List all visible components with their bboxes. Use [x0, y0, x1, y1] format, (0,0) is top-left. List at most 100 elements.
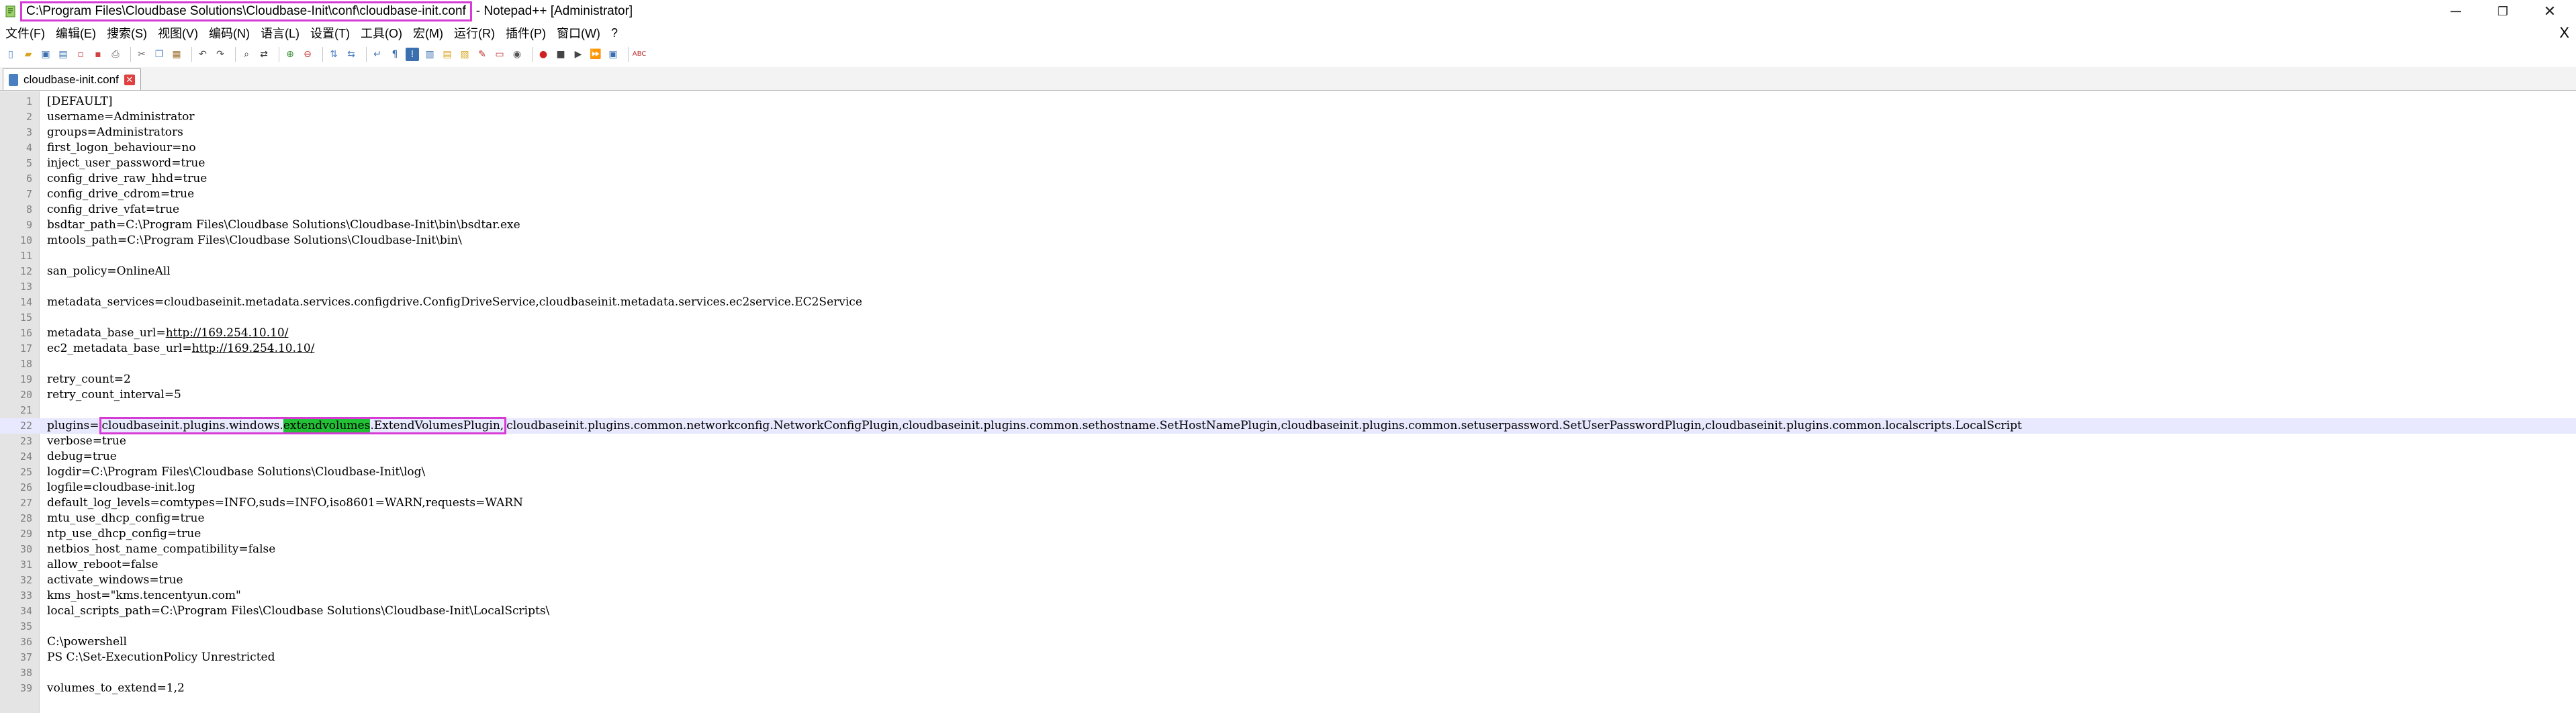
menu-settings[interactable]: 设置(T): [305, 24, 355, 42]
save-all-icon[interactable]: ▤: [56, 48, 70, 61]
menu-window[interactable]: 窗口(W): [551, 24, 606, 42]
close-document-button[interactable]: X: [2559, 24, 2569, 42]
code-line[interactable]: 37 PS C:\Set-ExecutionPolicy Unrestricted: [0, 650, 2576, 665]
code-line[interactable]: 8 config_drive_vfat=true: [0, 202, 2576, 218]
code-line[interactable]: 35: [0, 619, 2576, 634]
code-line[interactable]: 29 ntp_use_dhcp_config=true: [0, 526, 2576, 542]
code-line[interactable]: 22 plugins= cloudbaseinit.plugins.windows.…: [0, 417, 2576, 434]
code-line[interactable]: 13: [0, 279, 2576, 295]
code-line[interactable]: 2 username=Administrator: [0, 109, 2576, 125]
code-line[interactable]: 15: [0, 310, 2576, 326]
word-wrap-icon[interactable]: ↵: [371, 48, 384, 61]
menu-macro[interactable]: 宏(M): [408, 24, 449, 42]
code-line[interactable]: 34 local_scripts_path=C:\Program Files\Cl…: [0, 604, 2576, 619]
code-line[interactable]: 32 activate_windows=true: [0, 573, 2576, 588]
cut-icon[interactable]: ✂: [135, 48, 148, 61]
minimize-button[interactable]: ─: [2432, 0, 2479, 23]
redo-icon[interactable]: ↷: [214, 48, 227, 61]
restore-button[interactable]: ❐: [2479, 0, 2526, 23]
play-macro-icon[interactable]: ▶: [571, 48, 585, 61]
code-line[interactable]: 20 retry_count_interval=5: [0, 387, 2576, 403]
menu-run[interactable]: 运行(R): [449, 24, 500, 42]
code-line[interactable]: 3 groups=Administrators: [0, 125, 2576, 140]
line-content: volumes_to_extend=1,2: [47, 681, 185, 695]
code-line[interactable]: 26 logfile=cloudbase-init.log: [0, 480, 2576, 495]
spellcheck-icon[interactable]: ABC: [633, 48, 647, 61]
code-line[interactable]: 36 C:\powershell: [0, 634, 2576, 650]
doc-map-icon[interactable]: ▥: [423, 48, 436, 61]
code-line[interactable]: 31 allow_reboot=false: [0, 557, 2576, 573]
new-file-icon[interactable]: ▯: [4, 48, 17, 61]
stop-macro-icon[interactable]: ■: [554, 48, 567, 61]
menu-tools[interactable]: 工具(O): [355, 24, 408, 42]
paste-icon[interactable]: ▦: [170, 48, 183, 61]
folder-workspace-icon[interactable]: ▧: [458, 48, 471, 61]
code-line[interactable]: 1 [DEFAULT]: [0, 94, 2576, 109]
url-link[interactable]: http://169.254.10.10/: [192, 342, 315, 355]
save-macro-icon[interactable]: ▣: [606, 48, 620, 61]
tab-close-icon[interactable]: ✕: [124, 74, 135, 85]
menu-edit[interactable]: 编辑(E): [50, 24, 101, 42]
zoom-out-icon[interactable]: ⊖: [301, 48, 314, 61]
menu-help[interactable]: ?: [606, 26, 623, 40]
code-line[interactable]: 10 mtools_path=C:\Program Files\Cloudbase…: [0, 233, 2576, 248]
code-line[interactable]: 7 config_drive_cdrom=true: [0, 187, 2576, 202]
editor-area[interactable]: 1 [DEFAULT] 2 username=Administrator 3 groups…: [0, 91, 2576, 713]
line-number: 1: [26, 95, 32, 107]
doc-switcher-icon[interactable]: ▭: [493, 48, 506, 61]
print-icon[interactable]: ⎙: [109, 48, 122, 61]
code-line[interactable]: 14 metadata_services=cloudbaseinit.metada…: [0, 295, 2576, 310]
toolbar-separator: [130, 47, 131, 62]
code-line[interactable]: 11: [0, 248, 2576, 264]
code-line[interactable]: 16 metadata_base_url=http://169.254.10.10…: [0, 326, 2576, 341]
tab-cloudbase-init-conf[interactable]: cloudbase-init.conf ✕: [3, 68, 141, 90]
code-line[interactable]: 38: [0, 665, 2576, 681]
run-macro-multiple-icon[interactable]: ⏩: [589, 48, 602, 61]
code-line[interactable]: 39 volumes_to_extend=1,2: [0, 681, 2576, 696]
code-line[interactable]: 23 verbose=true: [0, 434, 2576, 449]
url-link[interactable]: http://169.254.10.10/: [166, 326, 289, 340]
menu-search[interactable]: 搜索(S): [101, 24, 152, 42]
code-line[interactable]: 33 kms_host="kms.tencentyun.com": [0, 588, 2576, 604]
close-icon[interactable]: ▫: [74, 48, 87, 61]
menu-file[interactable]: 文件(F): [0, 24, 50, 42]
code-line[interactable]: 19 retry_count=2: [0, 372, 2576, 387]
menu-view[interactable]: 视图(V): [152, 24, 203, 42]
show-all-chars-icon[interactable]: ¶: [388, 48, 402, 61]
undo-icon[interactable]: ↶: [196, 48, 210, 61]
eye-icon[interactable]: ◉: [510, 48, 524, 61]
zoom-in-icon[interactable]: ⊕: [283, 48, 297, 61]
line-text: logdir=C:\Program Files\Cloudbase Soluti…: [47, 465, 425, 480]
sync-horizontal-icon[interactable]: ⇆: [344, 48, 358, 61]
menu-plugins[interactable]: 插件(P): [500, 24, 551, 42]
save-icon[interactable]: ▣: [39, 48, 52, 61]
code-line[interactable]: 18: [0, 356, 2576, 372]
find-icon[interactable]: ⌕: [240, 48, 253, 61]
code-line[interactable]: 9 bsdtar_path=C:\Program Files\Cloudbase …: [0, 218, 2576, 233]
code-line[interactable]: 4 first_logon_behaviour=no: [0, 140, 2576, 156]
code-line[interactable]: 28 mtu_use_dhcp_config=true: [0, 511, 2576, 526]
code-line[interactable]: 25 logdir=C:\Program Files\Cloudbase Solu…: [0, 465, 2576, 480]
menu-language[interactable]: 语言(L): [255, 24, 305, 42]
monitor-icon[interactable]: ✎: [475, 48, 489, 61]
code-line[interactable]: 30 netbios_host_name_compatibility=false: [0, 542, 2576, 557]
function-list-icon[interactable]: ▤: [441, 48, 454, 61]
open-file-icon[interactable]: ▰: [21, 48, 35, 61]
code-line[interactable]: 21: [0, 403, 2576, 418]
code-line[interactable]: 24 debug=true: [0, 449, 2576, 465]
menu-encoding[interactable]: 编码(N): [203, 24, 255, 42]
close-all-icon[interactable]: ▪: [91, 48, 105, 61]
line-number: 5: [26, 157, 32, 169]
code-line[interactable]: 27 default_log_levels=comtypes=INFO,suds=…: [0, 495, 2576, 511]
sync-vertical-icon[interactable]: ⇅: [327, 48, 340, 61]
line-text: kms_host="kms.tencentyun.com": [47, 588, 241, 604]
code-line[interactable]: 5 inject_user_password=true: [0, 156, 2576, 171]
copy-icon[interactable]: ❐: [152, 48, 166, 61]
replace-icon[interactable]: ⇄: [257, 48, 271, 61]
record-macro-icon[interactable]: ●: [537, 48, 550, 61]
indent-guide-icon[interactable]: ⁞: [406, 48, 419, 61]
close-window-button[interactable]: ✕: [2526, 0, 2573, 23]
code-line[interactable]: 17 ec2_metadata_base_url=http://169.254.1…: [0, 341, 2576, 356]
code-line[interactable]: 6 config_drive_raw_hhd=true: [0, 171, 2576, 187]
code-line[interactable]: 12 san_policy=OnlineAll: [0, 264, 2576, 279]
